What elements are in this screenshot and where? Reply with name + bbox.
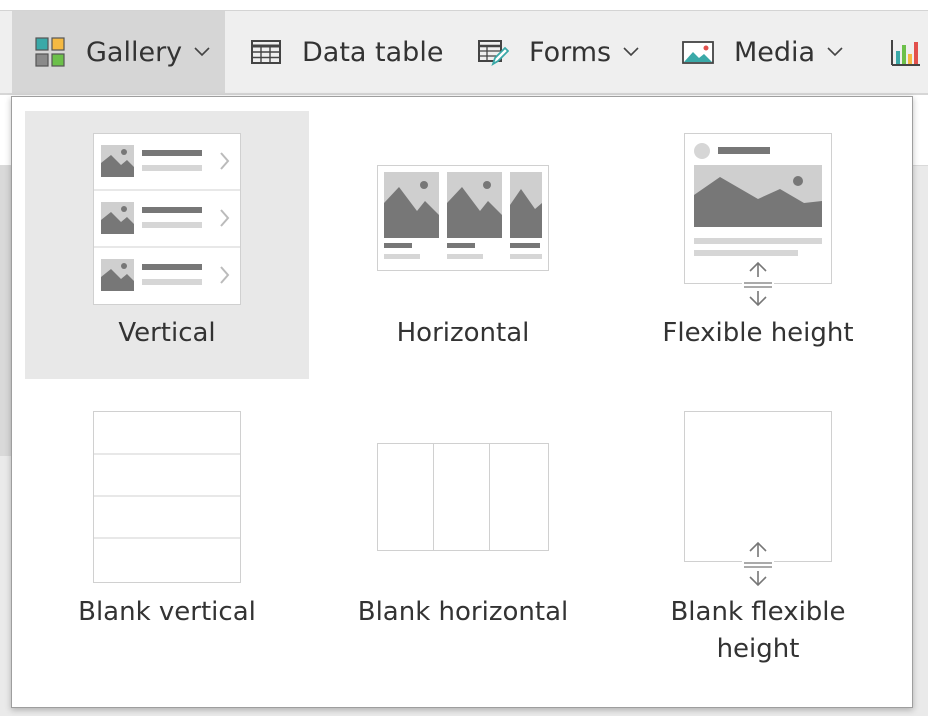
gallery-menu-label: Gallery [86, 36, 183, 68]
media-menu-button[interactable]: Media [682, 11, 843, 93]
gallery-menu-button[interactable]: Gallery [12, 11, 225, 93]
gallery-option-label: Vertical [118, 318, 216, 348]
chevron-down-icon [827, 47, 843, 57]
forms-menu-button[interactable]: Forms [477, 11, 639, 93]
media-icon [682, 36, 714, 68]
gallery-option-vertical[interactable]: Vertical [25, 111, 309, 379]
chevron-down-icon [623, 47, 639, 57]
vertical-gallery-thumbnail [93, 133, 241, 305]
forms-icon [477, 36, 509, 68]
charts-menu-button[interactable] [890, 11, 928, 93]
gallery-option-label: Blank flexible height [616, 594, 900, 668]
gallery-option-blank-horizontal[interactable]: Blank horizontal [321, 397, 605, 697]
media-menu-label: Media [734, 36, 816, 68]
gallery-option-blank-flexible-height[interactable]: Blank flexible height [616, 397, 900, 697]
chevron-down-icon [194, 47, 210, 57]
gallery-option-label: Flexible height [662, 318, 854, 348]
gallery-option-flexible-height[interactable]: Flexible height [616, 111, 900, 379]
window-top-edge [0, 0, 928, 11]
chart-icon [890, 36, 922, 68]
horizontal-gallery-thumbnail [377, 165, 549, 271]
forms-menu-label: Forms [529, 36, 612, 68]
gallery-icon [34, 36, 66, 68]
gallery-option-horizontal[interactable]: Horizontal [321, 111, 605, 379]
data-table-icon [250, 36, 282, 68]
blank-flexible-height-gallery-thumbnail [684, 411, 832, 587]
gallery-dropdown-menu: Vertical Horizontal Flexible height Blan… [11, 96, 913, 708]
label-line-2: height [716, 634, 800, 664]
gallery-option-blank-vertical[interactable]: Blank vertical [25, 397, 309, 697]
gallery-option-label: Blank vertical [78, 597, 256, 627]
insert-toolbar: Gallery Data table Forms Media [0, 11, 928, 95]
gallery-option-label: Horizontal [396, 318, 530, 348]
data-table-label: Data table [302, 36, 444, 68]
label-line-1: Blank flexible [670, 597, 846, 627]
data-table-button[interactable]: Data table [250, 11, 443, 93]
blank-vertical-gallery-thumbnail [93, 411, 241, 583]
gallery-option-label: Blank horizontal [357, 597, 569, 627]
flexible-height-gallery-thumbnail [684, 133, 832, 307]
blank-horizontal-gallery-thumbnail [377, 443, 549, 551]
